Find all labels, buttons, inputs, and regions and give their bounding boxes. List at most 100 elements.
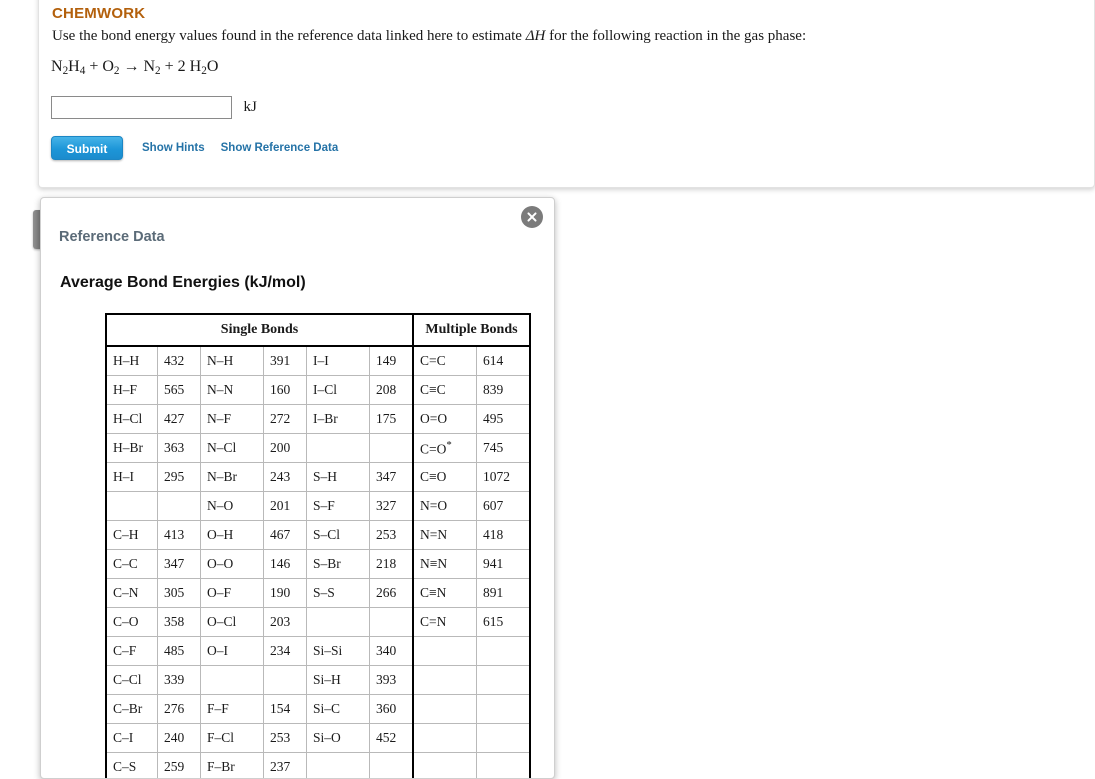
problem-prompt: Use the bond energy values found in the … xyxy=(52,28,806,45)
bond-label: S–H xyxy=(306,462,370,492)
bond-value: 467 xyxy=(263,520,307,550)
show-hints-link[interactable]: Show Hints xyxy=(142,142,205,154)
bond-label: O=O xyxy=(412,404,477,434)
bond-value: 427 xyxy=(157,404,201,434)
bond-value: 432 xyxy=(157,345,201,376)
bond-value: 243 xyxy=(263,462,307,492)
table-row: H–Cl 427 N–F 272 I–Br 175 O=O 495 xyxy=(105,404,531,434)
bond-value: 418 xyxy=(476,520,531,550)
bond-label: C–I xyxy=(105,723,158,753)
bond-value: 485 xyxy=(157,636,201,666)
bond-label xyxy=(412,723,477,753)
table-row: C–O 358 O–Cl 203 C=N 615 xyxy=(105,607,531,637)
bond-label: O–I xyxy=(200,636,264,666)
bond-value: 565 xyxy=(157,375,201,405)
header-multiple-bonds: Multiple Bonds xyxy=(412,313,531,347)
bond-label: N–F xyxy=(200,404,264,434)
bond-value: 495 xyxy=(476,404,531,434)
bond-label: C=C xyxy=(412,345,477,376)
bond-label: N–Br xyxy=(200,462,264,492)
prompt-suffix: for the following reaction in the gas ph… xyxy=(545,28,807,44)
bond-label: O–Cl xyxy=(200,607,264,637)
bond-value xyxy=(369,752,414,778)
bond-value: 200 xyxy=(263,433,307,463)
table-row: C–Br 276 F–F 154 Si–C 360 xyxy=(105,694,531,724)
bond-value: 240 xyxy=(157,723,201,753)
bond-label: H–F xyxy=(105,375,158,405)
submit-button[interactable]: Submit xyxy=(51,136,123,160)
bond-label: C–S xyxy=(105,752,158,778)
prompt-delta-h-symbol: ΔH xyxy=(525,28,546,44)
bond-value: 146 xyxy=(263,549,307,579)
bond-value: 393 xyxy=(369,665,414,695)
bond-table-header-row: Single Bonds Multiple Bonds xyxy=(105,313,531,347)
bond-value: 234 xyxy=(263,636,307,666)
bond-value: 358 xyxy=(157,607,201,637)
bond-value: 149 xyxy=(369,345,414,376)
bond-label xyxy=(200,665,264,695)
bond-label: N–O xyxy=(200,491,264,521)
bond-table-body: H–H 432 N–H 391 I–I 149 C=C 614 H–F 565 N–N 160 I–Cl… xyxy=(105,345,531,778)
bond-value: 891 xyxy=(476,578,531,608)
bond-value: 305 xyxy=(157,578,201,608)
bond-value: 360 xyxy=(369,694,414,724)
bond-label: I–Cl xyxy=(306,375,370,405)
bond-table-container: Single Bonds Multiple Bonds H–H 432 N–H 391… xyxy=(105,313,531,778)
bond-value: 266 xyxy=(369,578,414,608)
bond-value: 190 xyxy=(263,578,307,608)
bond-label: C–H xyxy=(105,520,158,550)
table-row: H–F 565 N–N 160 I–Cl 208 C≡C 839 xyxy=(105,375,531,405)
bond-label: C=N xyxy=(412,607,477,637)
bond-label: N=O xyxy=(412,491,477,521)
bond-value xyxy=(369,607,414,637)
bond-value: 339 xyxy=(157,665,201,695)
bond-label: S–Br xyxy=(306,549,370,579)
bond-label xyxy=(412,665,477,695)
bond-label: O–F xyxy=(200,578,264,608)
answer-input[interactable] xyxy=(51,96,232,119)
bond-value xyxy=(369,433,414,463)
bond-value: 237 xyxy=(263,752,307,778)
bond-value: 839 xyxy=(476,375,531,405)
bond-value: 941 xyxy=(476,549,531,579)
bond-value: 607 xyxy=(476,491,531,521)
bond-value: 327 xyxy=(369,491,414,521)
bond-label: C–F xyxy=(105,636,158,666)
table-row: C–S 259 F–Br 237 xyxy=(105,752,531,778)
bond-label: C–Cl xyxy=(105,665,158,695)
bond-label: N≡N xyxy=(412,549,477,579)
bond-value: 745 xyxy=(476,433,531,463)
bond-value: 154 xyxy=(263,694,307,724)
bond-table-head: Single Bonds Multiple Bonds xyxy=(105,313,531,347)
bond-label xyxy=(306,752,370,778)
bond-value: 347 xyxy=(157,549,201,579)
bond-label: C–C xyxy=(105,549,158,579)
bond-label: N–H xyxy=(200,345,264,376)
bond-value: 1072 xyxy=(476,462,531,492)
bond-value: 259 xyxy=(157,752,201,778)
table-row: C–C 347 O–O 146 S–Br 218 N≡N 941 xyxy=(105,549,531,579)
table-row: N–O 201 S–F 327 N=O 607 xyxy=(105,491,531,521)
table-row: C–H 413 O–H 467 S–Cl 253 N=N 418 xyxy=(105,520,531,550)
bond-label: Si–H xyxy=(306,665,370,695)
bond-label: O–H xyxy=(200,520,264,550)
bond-label xyxy=(412,752,477,778)
show-reference-data-link[interactable]: Show Reference Data xyxy=(221,142,339,154)
bond-label: S–S xyxy=(306,578,370,608)
reference-data-dialog: Reference Data Average Bond Energies (kJ… xyxy=(40,197,555,779)
bond-label xyxy=(412,636,477,666)
bond-value xyxy=(476,723,531,753)
close-icon[interactable] xyxy=(521,206,543,228)
bond-value: 295 xyxy=(157,462,201,492)
bond-value: 253 xyxy=(263,723,307,753)
problem-card: CHEMWORK Use the bond energy values foun… xyxy=(38,0,1095,188)
table-row: H–Br 363 N–Cl 200 C=O* 745 xyxy=(105,433,531,463)
bond-label: I–I xyxy=(306,345,370,376)
bond-label xyxy=(306,607,370,637)
table-row: C–F 485 O–I 234 Si–Si 340 xyxy=(105,636,531,666)
bond-value xyxy=(263,665,307,695)
bond-label: S–Cl xyxy=(306,520,370,550)
bond-value: 347 xyxy=(369,462,414,492)
table-row: H–H 432 N–H 391 I–I 149 C=C 614 xyxy=(105,345,531,376)
bond-value: 175 xyxy=(369,404,414,434)
